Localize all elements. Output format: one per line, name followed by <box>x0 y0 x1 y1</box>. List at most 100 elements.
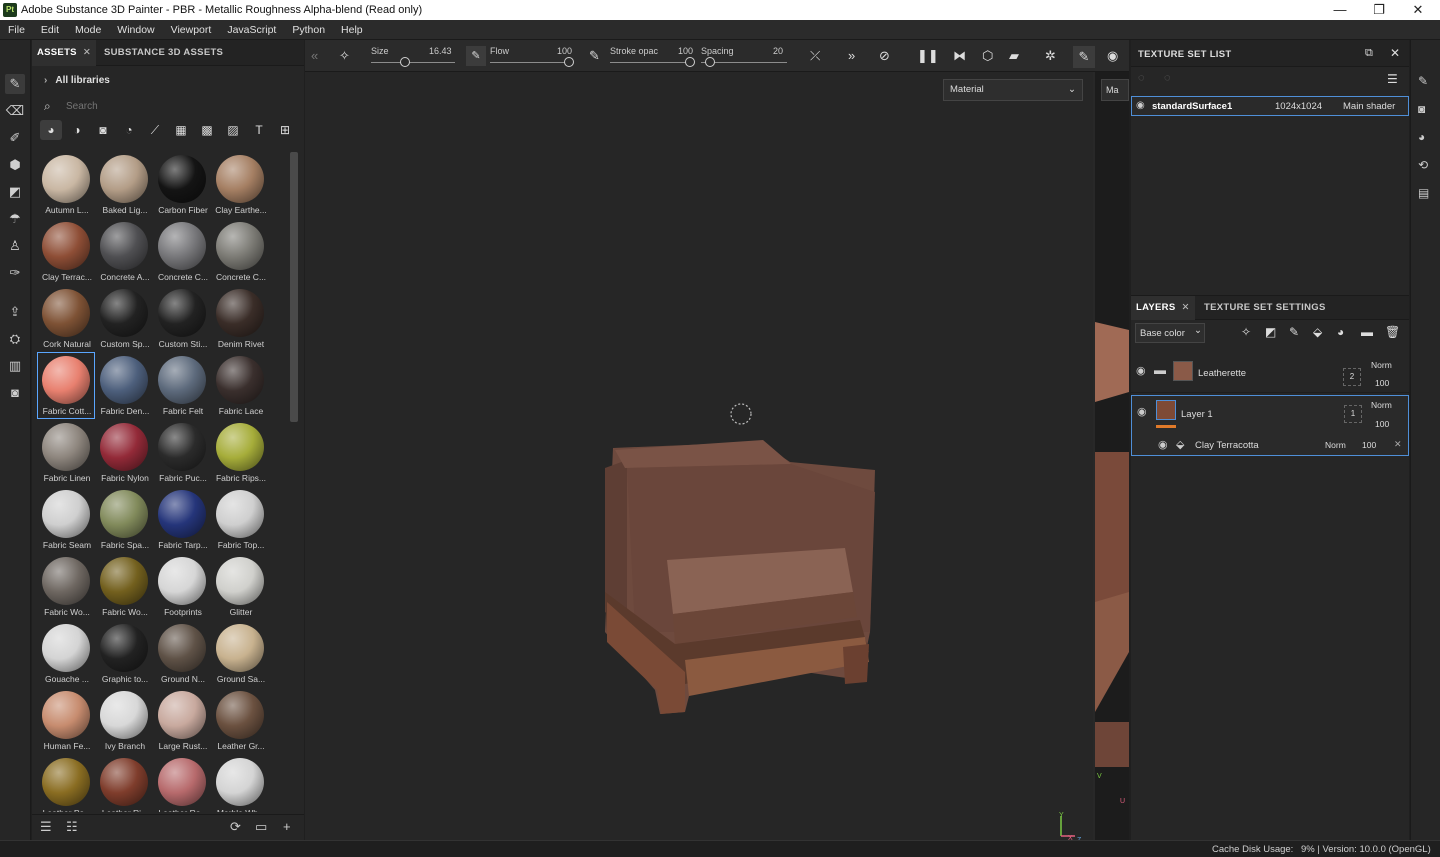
material-thumbnail[interactable]: Fabric Spa... <box>96 487 152 552</box>
screenshot-camera-icon[interactable]: ◉ <box>1107 48 1118 64</box>
material-thumbnail[interactable]: Concrete C... <box>212 219 268 284</box>
material-thumbnail[interactable]: Clay Earthe... <box>212 152 268 217</box>
filter-alphas-icon[interactable]: ▦ <box>170 120 192 140</box>
eraser-icon[interactable]: ⌫ <box>5 101 25 121</box>
properties-icon[interactable]: ✎ <box>1418 74 1428 88</box>
paint-mode-icon[interactable]: ✎ <box>1073 46 1095 68</box>
channel-dropdown[interactable]: Base color ⌄ <box>1135 323 1205 343</box>
flow-pen-icon[interactable]: ✎ <box>466 46 486 66</box>
library-selector[interactable]: › All libraries <box>44 75 110 86</box>
add-fill-layer-icon[interactable]: ⬙ <box>1313 325 1322 339</box>
material-thumbnail[interactable]: Concrete A... <box>96 219 152 284</box>
filter-brushes-icon[interactable]: ⟋ <box>144 120 166 140</box>
trash-tool-icon[interactable]: ▥ <box>5 356 25 376</box>
material-thumbnail[interactable]: Denim Rivet <box>212 286 268 351</box>
material-thumbnail[interactable]: Fabric Lace <box>212 353 268 418</box>
material-thumbnail[interactable]: Ground N... <box>154 621 210 686</box>
menu-mode[interactable]: Mode <box>67 20 109 40</box>
close-panel-icon[interactable]: ✕ <box>1390 46 1400 60</box>
material-thumbnail[interactable]: Leather Pa... <box>38 755 94 812</box>
bake-icon[interactable]: ⛭ <box>5 329 25 349</box>
maximize-button[interactable]: ❐ <box>1359 1 1399 19</box>
visibility-icon[interactable]: ◌ <box>1164 72 1171 84</box>
stroke-opacity-slider-handle[interactable] <box>685 57 695 67</box>
geometry-fill-icon[interactable]: ⬢ <box>5 155 25 175</box>
material-thumbnail[interactable]: Fabric Cott... <box>37 352 95 419</box>
material-thumbnail[interactable]: Fabric Wo... <box>38 554 94 619</box>
undock-icon[interactable]: ⧉ <box>1365 47 1373 60</box>
eye-icon[interactable]: ◉ <box>1137 405 1147 418</box>
filter-generators-icon[interactable]: ◔ <box>118 120 140 140</box>
export-icon[interactable]: ⇪ <box>5 302 25 322</box>
visibility-off-icon[interactable]: ◌ <box>1138 72 1145 84</box>
material-thumbnail[interactable]: Fabric Linen <box>38 420 94 485</box>
search-input[interactable] <box>66 101 266 112</box>
material-thumbnail[interactable]: Fabric Wo... <box>96 554 152 619</box>
material-thumbnail[interactable]: Leather Ro... <box>154 755 210 812</box>
add-folder-icon[interactable]: ▬ <box>1361 325 1373 339</box>
size-value[interactable]: 16.43 <box>429 46 452 56</box>
size-slider-handle[interactable] <box>400 57 410 67</box>
more-chevron-icon[interactable]: » <box>848 48 855 63</box>
filter-materials-icon[interactable]: ◕ <box>40 120 62 140</box>
menu-file[interactable]: File <box>0 20 33 40</box>
material-thumbnail[interactable]: Leather Ri... <box>96 755 152 812</box>
menu-viewport[interactable]: Viewport <box>163 20 220 40</box>
menu-window[interactable]: Window <box>109 20 162 40</box>
tab-layers[interactable]: LAYERS ✕ <box>1131 296 1195 320</box>
material-thumbnail[interactable]: Ivy Branch <box>96 688 152 753</box>
layer-row-layer-1[interactable]: ◉ Layer 1 1 Norm 100 ◉ ⬙ Clay Terracotta… <box>1131 395 1409 456</box>
camera-video-icon[interactable]: ▰ <box>1009 48 1019 64</box>
effect-opacity[interactable]: 100 <box>1362 440 1376 450</box>
material-thumbnail[interactable]: Custom Sp... <box>96 286 152 351</box>
log-icon[interactable]: ▤ <box>1418 186 1429 200</box>
material-thumbnail[interactable]: Fabric Puc... <box>154 420 210 485</box>
eye-icon[interactable]: ◉ <box>1158 438 1168 451</box>
material-thumbnail[interactable]: Cork Natural <box>38 286 94 351</box>
material-thumbnail[interactable]: Custom Sti... <box>154 286 210 351</box>
polygon-fill-icon[interactable]: ◩ <box>5 182 25 202</box>
add-paint-layer-icon[interactable]: ✎ <box>1289 325 1299 339</box>
material-thumbnail[interactable]: Leather Gr... <box>212 688 268 753</box>
layer-opacity[interactable]: 100 <box>1375 419 1389 429</box>
eye-icon[interactable]: ◉ <box>1136 364 1146 377</box>
delete-layer-icon[interactable]: 🗑 <box>1385 325 1400 339</box>
collapse-chevron-icon[interactable]: « <box>311 48 318 63</box>
layer-opacity[interactable]: 100 <box>1375 378 1389 388</box>
spacing-value[interactable]: 20 <box>773 46 783 56</box>
paint-brush-icon[interactable]: ✎ <box>5 74 25 94</box>
tab-substance-3d-assets[interactable]: SUBSTANCE 3D ASSETS <box>99 40 228 66</box>
effect-name[interactable]: Clay Terracotta <box>1195 440 1259 451</box>
eye-icon[interactable]: ◉ <box>1136 100 1145 111</box>
pause-icon[interactable]: ❚❚ <box>917 48 939 64</box>
remove-effect-icon[interactable]: ✕ <box>1394 439 1402 450</box>
symmetry-icon[interactable]: ⧓ <box>953 48 966 64</box>
material-thumbnail[interactable]: Fabric Top... <box>212 487 268 552</box>
add-effect-icon[interactable]: ✧ <box>1241 325 1251 339</box>
lazy-mouse-icon[interactable]: ⤫ <box>810 48 820 64</box>
layer-mask-count[interactable]: 1 <box>1344 405 1362 423</box>
clone-stamp-icon[interactable]: ♙ <box>5 236 25 256</box>
texture-set-menu-icon[interactable]: ☰ <box>1387 72 1398 86</box>
material-thumbnail[interactable]: Autumn L... <box>38 152 94 217</box>
shader-settings-icon[interactable]: ◕ <box>1418 130 1425 144</box>
texture-set-shader[interactable]: Main shader <box>1343 101 1395 112</box>
hide-icon[interactable]: ⊘ <box>879 48 890 64</box>
stroke-opacity-value[interactable]: 100 <box>678 46 693 56</box>
effect-blend-mode[interactable]: Norm <box>1325 440 1346 450</box>
add-smart-material-icon[interactable]: ◕ <box>1337 325 1344 339</box>
add-mask-icon[interactable]: ◩ <box>1265 325 1276 339</box>
minimize-button[interactable]: — <box>1320 1 1360 19</box>
material-thumbnail[interactable]: Fabric Felt <box>154 353 210 418</box>
menu-edit[interactable]: Edit <box>33 20 67 40</box>
material-thumbnail[interactable]: Footprints <box>154 554 210 619</box>
layer-row-leatherette[interactable]: ◉ ▬ Leatherette 2 Norm 100 <box>1131 355 1409 393</box>
blend-mode[interactable]: Norm <box>1371 400 1392 410</box>
stroke-opacity-slider[interactable] <box>610 62 692 63</box>
material-thumbnail[interactable]: Large Rust... <box>154 688 210 753</box>
color-picker-icon[interactable]: ✑ <box>5 263 25 283</box>
material-thumbnail[interactable]: Fabric Den... <box>96 353 152 418</box>
material-thumbnail[interactable]: Fabric Seam <box>38 487 94 552</box>
close-window-button[interactable]: ✕ <box>1398 1 1438 19</box>
flow-value[interactable]: 100 <box>557 46 572 56</box>
